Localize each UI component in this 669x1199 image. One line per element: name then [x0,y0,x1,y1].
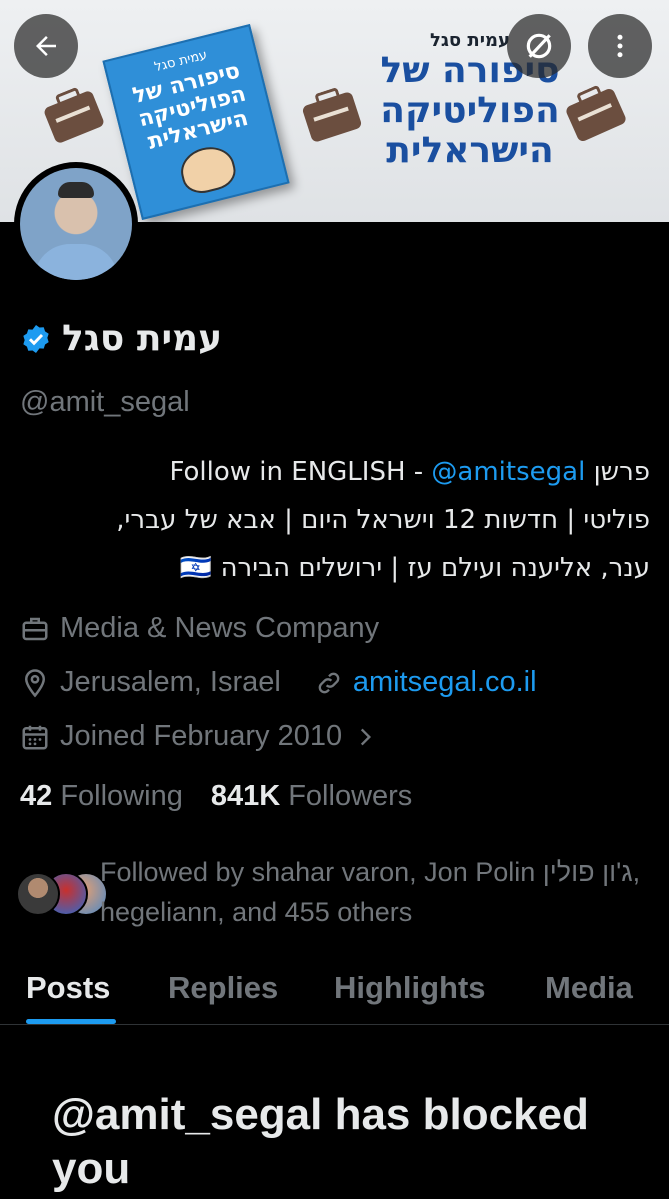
israel-flag-icon: 🇮🇱 [179,553,213,583]
username: @amit_segal [20,386,190,418]
briefcase-icon [22,617,48,640]
followers-link[interactable]: 841K Followers [211,780,412,813]
bio-line: ענר, אליענה ועילם עז | ירושלים הבירה 🇮🇱 [179,553,650,583]
name-row: עמית סגל [20,318,222,359]
joined-label: Joined February 2010 [60,720,343,752]
location-label: Jerusalem, Israel [60,666,281,698]
back-button[interactable] [14,14,78,78]
arrow-left-icon [36,36,56,56]
tab-replies[interactable]: Replies [168,970,278,1006]
following-link[interactable]: 42 Following [20,780,183,813]
blocked-message: @amit_segal has blocked you [52,1090,589,1193]
tab-posts[interactable]: Posts [26,970,110,1006]
more-button[interactable] [588,14,652,78]
category-label: Media & News Company [60,612,380,644]
calendar-icon [22,725,48,749]
tab-highlights[interactable]: Highlights [334,970,486,1006]
verified-badge-icon [23,324,49,353]
bio-line: פוליטי | חדשות 12 וישראל היום | אבא של ע… [116,505,650,535]
banner-title-line: הפוליטיקה [380,90,560,131]
more-vertical-icon [617,34,623,58]
location-pin-icon [24,668,46,697]
briefcase-icon [301,90,363,144]
profile-tabs: Posts Replies Highlights Media [0,962,669,1025]
active-tab-indicator [26,1019,116,1024]
banner-title-line: הישראלית [386,130,554,171]
bio-line: פרשן Follow in ENGLISH - @amitsegal [169,457,650,487]
website-link[interactable]: amitsegal.co.il [353,666,537,699]
display-name: עמית סגל [62,318,223,359]
briefcase-icon [42,89,106,145]
book-illustration [176,141,240,198]
followed-by-text: Followed by shahar varon, Jon Polin ג'ון… [100,857,641,927]
link-icon [318,672,340,693]
book-cover: עמית סגל סיפורה של הפוליטיקה הישראלית [102,24,290,220]
category-row: Media & News Company [20,612,379,645]
follower-avatar [16,872,60,916]
follow-stats: 42 Following 841K Followers [20,780,412,813]
grok-button[interactable] [507,14,571,78]
bio: פרשן Follow in ENGLISH - @amitsegal פולי… [20,448,650,592]
location-row: Jerusalem, Israel amitsegal.co.il [20,666,537,699]
bio-mention-link[interactable]: @amitsegal [431,457,585,487]
chevron-right-icon [361,728,372,745]
followed-by[interactable]: Followed by shahar varon, Jon Polin ג'ון… [16,852,656,942]
avatar[interactable] [14,162,138,286]
joined-row[interactable]: Joined February 2010 [20,720,378,753]
grok-icon [526,33,552,59]
tab-media[interactable]: Media [545,970,633,1006]
avatar-photo [20,168,132,280]
